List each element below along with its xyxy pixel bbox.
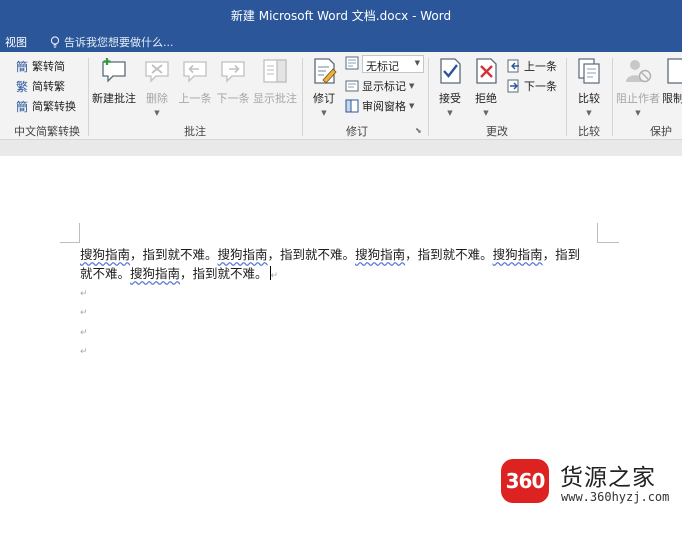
chevron-down-icon: ▼ bbox=[409, 82, 415, 90]
reject-caret-icon: ▼ bbox=[483, 109, 489, 117]
to-traditional-icon: 繁 bbox=[16, 80, 28, 93]
chinese-conversion-button[interactable]: 簡 简繁转换 bbox=[16, 98, 76, 114]
show-comments-icon bbox=[263, 59, 287, 83]
previous-comment-button[interactable]: 上一条 bbox=[176, 56, 214, 106]
svg-text:繁: 繁 bbox=[16, 80, 28, 93]
svg-text:簡: 簡 bbox=[16, 60, 28, 73]
group-divider bbox=[566, 58, 567, 136]
tracking-group-label: 修订 bbox=[346, 125, 368, 138]
markup-mode-dropdown[interactable]: 无标记 ▼ bbox=[362, 55, 424, 73]
show-markup-icon bbox=[345, 80, 359, 92]
chevron-down-icon: ▼ bbox=[414, 59, 420, 67]
watermark-logo: 360 bbox=[501, 459, 549, 503]
track-changes-button[interactable]: 修订 ▼ bbox=[306, 56, 342, 117]
accept-icon bbox=[440, 58, 461, 84]
document-text: ，指到就不难。 bbox=[267, 247, 356, 262]
spelling-flagged-word: 搜狗指南 bbox=[355, 247, 406, 262]
group-divider bbox=[302, 58, 303, 136]
reviewing-pane-button[interactable]: 审阅窗格 ▼ bbox=[345, 98, 414, 114]
chinese-conversion-icon: 簡 bbox=[16, 100, 28, 113]
ribbon-tab-row: 视图 告诉我您想要做什么... bbox=[0, 30, 682, 52]
new-comment-button[interactable]: 新建批注 bbox=[90, 56, 138, 106]
block-authors-caret-icon: ▼ bbox=[635, 109, 641, 117]
chevron-down-icon: ▼ bbox=[409, 102, 415, 110]
previous-change-icon bbox=[507, 59, 519, 73]
previous-change-button[interactable]: 上一条 bbox=[507, 58, 557, 74]
compare-button[interactable]: 比较 ▼ bbox=[570, 56, 608, 117]
document-text: ，指到就不难。 bbox=[130, 247, 218, 262]
group-divider bbox=[88, 58, 89, 136]
empty-paragraph-mark-icon: ↵ bbox=[80, 347, 88, 357]
compare-group-label: 比较 bbox=[578, 125, 600, 138]
previous-comment-icon bbox=[183, 61, 207, 83]
title-bar: 新建 Microsoft Word 文档.docx - Word bbox=[0, 0, 682, 30]
empty-paragraph-mark-icon: ↵ bbox=[80, 289, 88, 299]
document-text: ，指到就不难。 bbox=[405, 247, 493, 262]
compare-icon bbox=[578, 58, 600, 84]
dialog-launcher-icon[interactable]: ⬊ bbox=[415, 126, 422, 135]
delete-comment-caret-icon: ▼ bbox=[154, 109, 160, 117]
lightbulb-icon bbox=[50, 35, 60, 48]
document-text: 就不难。 bbox=[80, 266, 131, 281]
accept-caret-icon: ▼ bbox=[447, 109, 453, 117]
next-change-icon bbox=[507, 79, 519, 93]
restrict-editing-button[interactable]: 限制 bbox=[662, 56, 682, 106]
margin-mark-top-left bbox=[60, 242, 80, 243]
watermark-url: www.360hyzj.com bbox=[561, 490, 670, 504]
tell-me-placeholder: 告诉我您想要做什么... bbox=[64, 36, 174, 49]
watermark-title: 货源之家 bbox=[560, 465, 656, 491]
compare-caret-icon: ▼ bbox=[586, 109, 592, 117]
chinese-conversion-group-label: 中文简繁转换 bbox=[14, 125, 80, 138]
document-text: ，指到就不难。 bbox=[180, 266, 268, 281]
block-authors-button[interactable]: 阻止作者 ▼ bbox=[614, 56, 662, 117]
tell-me-box[interactable]: 告诉我您想要做什么... bbox=[50, 34, 174, 50]
document-background bbox=[0, 140, 682, 156]
margin-mark-top-left bbox=[79, 223, 80, 243]
delete-comment-button[interactable]: 删除 ▼ bbox=[140, 56, 174, 117]
reject-icon bbox=[476, 58, 497, 84]
show-comments-button[interactable]: 显示批注 bbox=[252, 56, 298, 106]
empty-paragraph-mark-icon: ↵ bbox=[80, 308, 88, 318]
spelling-flagged-word: 搜狗指南 bbox=[80, 247, 131, 262]
spelling-flagged-word: 搜狗指南 bbox=[130, 266, 181, 281]
margin-mark-top-right bbox=[597, 223, 598, 243]
group-divider bbox=[428, 58, 429, 136]
document-text: ，指到 bbox=[542, 247, 581, 262]
protect-group-label: 保护 bbox=[650, 125, 672, 138]
reject-button[interactable]: 拒绝 ▼ bbox=[470, 56, 502, 117]
comments-group-label: 批注 bbox=[184, 125, 206, 138]
markup-mode-row bbox=[345, 56, 359, 70]
show-markup-button[interactable]: 显示标记 ▼ bbox=[345, 78, 414, 94]
to-simplified-icon: 簡 bbox=[16, 60, 28, 73]
changes-group-label: 更改 bbox=[486, 125, 508, 138]
ribbon-review: 簡 繁转简 繁 简转繁 簡 简繁转换 中文简繁转换 新建批注 删除 ▼ 上一条 … bbox=[0, 52, 682, 140]
next-comment-button[interactable]: 下一条 bbox=[214, 56, 252, 106]
tab-view[interactable]: 视图 bbox=[5, 34, 27, 50]
spelling-flagged-word: 搜狗指南 bbox=[217, 247, 268, 262]
to-simplified-button[interactable]: 簡 繁转简 bbox=[16, 58, 65, 74]
window-title: 新建 Microsoft Word 文档.docx - Word bbox=[230, 9, 452, 23]
group-divider bbox=[612, 58, 613, 136]
markup-mode-icon bbox=[345, 56, 359, 70]
track-changes-caret-icon: ▼ bbox=[321, 109, 327, 117]
spelling-flagged-word: 搜狗指南 bbox=[492, 247, 543, 262]
to-traditional-button[interactable]: 繁 简转繁 bbox=[16, 78, 65, 94]
empty-paragraph-mark-icon: ↵ bbox=[80, 328, 88, 338]
accept-button[interactable]: 接受 ▼ bbox=[432, 56, 468, 117]
reviewing-pane-icon bbox=[345, 99, 359, 113]
next-comment-icon bbox=[221, 61, 245, 83]
new-comment-icon bbox=[102, 58, 126, 83]
restrict-editing-icon bbox=[667, 58, 682, 84]
margin-mark-top-right bbox=[597, 242, 619, 243]
paragraph-mark-icon: ↵ bbox=[270, 271, 279, 281]
next-change-button[interactable]: 下一条 bbox=[507, 78, 557, 94]
svg-text:簡: 簡 bbox=[16, 100, 28, 113]
document-body[interactable]: 搜狗指南，指到就不难。搜狗指南，指到就不难。搜狗指南，指到就不难。搜狗指南，指到… bbox=[80, 245, 602, 286]
block-authors-icon bbox=[626, 60, 652, 83]
track-changes-icon bbox=[314, 58, 337, 84]
delete-comment-icon bbox=[145, 61, 169, 83]
